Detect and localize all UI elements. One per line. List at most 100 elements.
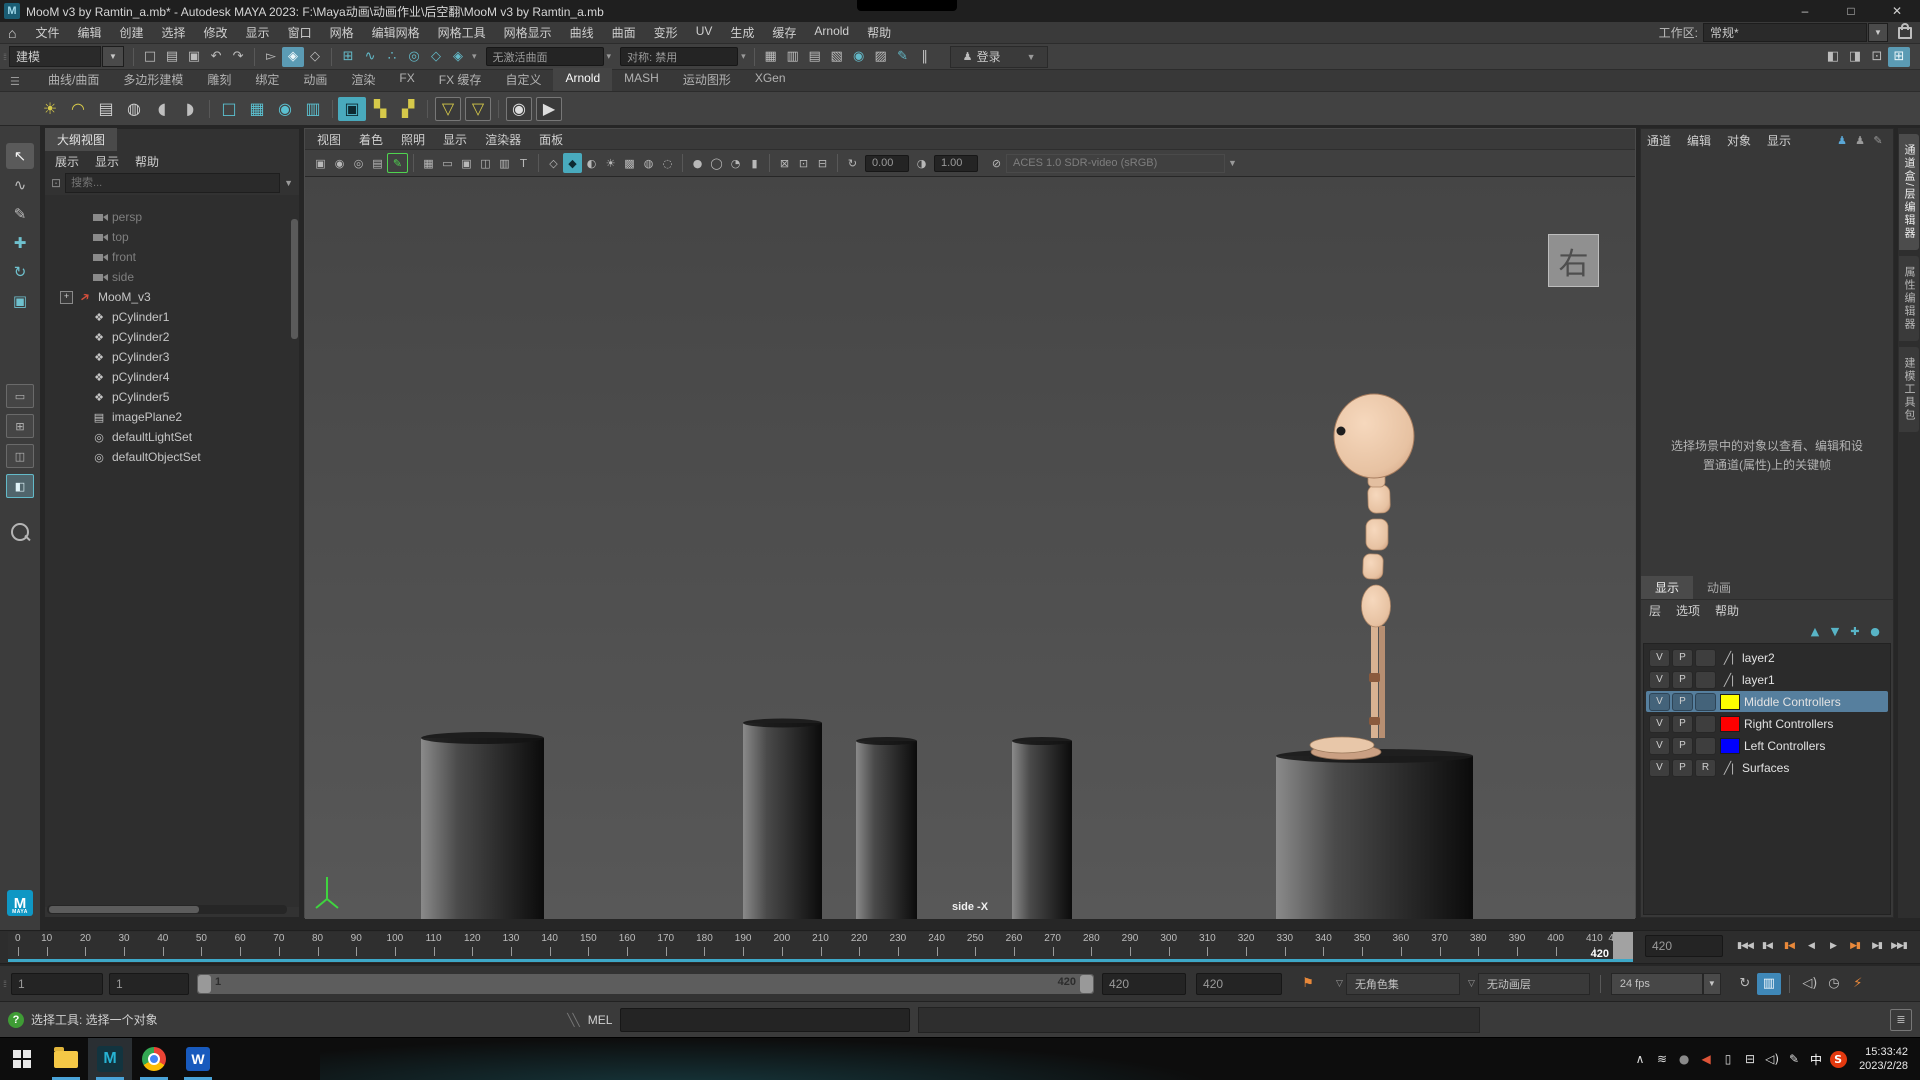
ground-platform[interactable] (1276, 749, 1473, 919)
evaluation-toolkit-ic[interactable]: ⚡ (1846, 973, 1870, 995)
step-back-key-button[interactable]: ▮◀ (1756, 935, 1778, 957)
hotbox-controls-icon[interactable]: ⊡ (1866, 47, 1888, 67)
channelbox-menu-显示[interactable]: 显示 (1767, 132, 1791, 149)
outliner-item-pCylinder3[interactable]: ❖pCylinder3 (45, 347, 299, 367)
layer-menu-帮助[interactable]: 帮助 (1715, 602, 1739, 619)
character-set-person-icon[interactable]: ♟ (1833, 130, 1851, 150)
symmetry-field[interactable]: 对称: 禁用 (620, 47, 738, 66)
menu-选择[interactable]: 选择 (153, 24, 195, 41)
menu-显示[interactable]: 显示 (237, 24, 279, 41)
arnold-physical-sky-icon[interactable]: ◗ (176, 96, 204, 122)
layer-visibility-toggle[interactable]: V (1649, 759, 1670, 777)
menu-生成[interactable]: 生成 (721, 24, 763, 41)
shelf-tab-MASH[interactable]: MASH (612, 68, 671, 91)
audio-icon[interactable]: ◁) (1798, 973, 1822, 995)
render-setup-icon[interactable]: ▨ (870, 47, 892, 67)
bookmark-flag-icon[interactable]: ⚑ (1296, 973, 1320, 995)
command-language-label[interactable]: MEL (588, 1013, 613, 1027)
menu-曲线[interactable]: 曲线 (561, 24, 603, 41)
menu-变形[interactable]: 变形 (645, 24, 687, 41)
shelf-tab-曲线/曲面[interactable]: 曲线/曲面 (36, 68, 111, 91)
gamma-icon[interactable]: ◑ (912, 153, 931, 173)
arnold-render-sequence-icon[interactable]: ▶ (536, 97, 562, 121)
move-layer-down-icon[interactable]: ▼ (1825, 621, 1845, 641)
viewport-menu-视图[interactable]: 视图 (317, 131, 341, 148)
menu-网格显示[interactable]: 网格显示 (495, 24, 561, 41)
create-empty-layer-icon[interactable]: ✚ (1845, 621, 1865, 641)
outliner-item-pCylinder2[interactable]: ❖pCylinder2 (45, 327, 299, 347)
current-time-field[interactable] (1645, 935, 1723, 957)
layer-visibility-toggle[interactable]: V (1649, 693, 1670, 711)
menu-曲面[interactable]: 曲面 (603, 24, 645, 41)
textured-icon[interactable]: ◐ (582, 153, 601, 173)
new-scene-icon[interactable]: □ (139, 47, 161, 67)
layer-display-type-toggle[interactable] (1695, 671, 1716, 689)
animation-start-field[interactable] (11, 973, 103, 995)
raise-application-windows-icon[interactable]: ◨ (1844, 47, 1866, 67)
shelf-tab-XGen[interactable]: XGen (743, 68, 798, 91)
paint-select-tool[interactable]: ✎ (6, 201, 34, 227)
layer-visibility-toggle[interactable]: V (1649, 715, 1670, 733)
shelf-tab-动画[interactable]: 动画 (291, 68, 339, 91)
layer-editor-tab-动画[interactable]: 动画 (1693, 576, 1745, 599)
outliner-item-pCylinder5[interactable]: ❖pCylinder5 (45, 387, 299, 407)
safe-title-icon[interactable]: T (514, 153, 533, 173)
shelf-tab-雕刻[interactable]: 雕刻 (195, 68, 243, 91)
anim-layer-combo[interactable]: 无动画层 (1478, 973, 1590, 995)
play-backwards-button[interactable]: ◀ (1800, 935, 1822, 957)
default-material-icon[interactable]: ● (688, 153, 707, 173)
active-surface-field[interactable]: 无激活曲面 (486, 47, 604, 66)
animation-prefs-clock-icon[interactable]: ◷ (1822, 973, 1846, 995)
script-editor-icon[interactable]: ≣ (1890, 1009, 1912, 1031)
cylinder-4[interactable] (1012, 737, 1072, 919)
workspace-dropdown-arrow[interactable]: ▼ (1868, 23, 1888, 42)
word-app[interactable]: W (176, 1038, 220, 1080)
viewport-menu-渲染器[interactable]: 渲染器 (485, 131, 521, 148)
channelbox-menu-通道[interactable]: 通道 (1647, 132, 1671, 149)
layer-row-Left Controllers[interactable]: VPLeft Controllers (1646, 735, 1888, 756)
arnold-ipr-start-icon[interactable]: ▚ (366, 96, 394, 122)
playback-end-field[interactable] (1102, 973, 1186, 995)
maximize-button[interactable]: □ (1828, 0, 1874, 22)
arnold-layered-shader-icon[interactable]: ▥ (299, 96, 327, 122)
paint-effects-icon[interactable]: ✎ (892, 47, 914, 67)
shelf-tab-自定义[interactable]: 自定义 (493, 68, 553, 91)
step-forward-frame-button[interactable]: ▶▮ (1844, 935, 1866, 957)
hidden-icons-icon[interactable]: ∧ (1629, 1048, 1651, 1070)
layout-two-panes[interactable]: ◫ (6, 444, 34, 468)
home-icon[interactable]: ⌂ (8, 25, 16, 41)
onedrive-icon[interactable]: ● (1673, 1048, 1695, 1070)
layer-display-type-toggle[interactable] (1695, 649, 1716, 667)
shelf-tab-多边形建模[interactable]: 多边形建模 (111, 68, 195, 91)
outliner-title-tab[interactable]: 大纲视图 (45, 128, 117, 151)
symmetry-arrow[interactable]: ▾ (741, 51, 746, 62)
screen-space-ao-icon[interactable]: ◍ (639, 153, 658, 173)
layer-visibility-toggle[interactable]: V (1649, 737, 1670, 755)
phone-link-icon[interactable]: ▯ (1717, 1048, 1739, 1070)
step-back-frame-button[interactable]: ▮◀ (1778, 935, 1800, 957)
cylinder-3[interactable] (856, 737, 917, 919)
shelf-tab-FX 缓存[interactable]: FX 缓存 (427, 68, 494, 91)
shelf-tab-运动图形[interactable]: 运动图形 (671, 68, 743, 91)
outliner-item-MooM_v3[interactable]: +➔MooM_v3 (45, 287, 299, 307)
exposure-icon[interactable]: ↻ (843, 153, 862, 173)
outliner-item-defaultLightSet[interactable]: ◎defaultLightSet (45, 427, 299, 447)
use-all-lights-icon[interactable]: ☀ (601, 153, 620, 173)
hypershade-icon[interactable]: ◉ (848, 47, 870, 67)
minimize-button[interactable]: – (1782, 0, 1828, 22)
right-tab-建模工具包[interactable]: 建模工具包 (1899, 347, 1919, 432)
layer-playback-toggle[interactable]: P (1672, 759, 1693, 777)
lock-workspace-icon[interactable] (1898, 27, 1912, 39)
file-explorer-app[interactable] (44, 1038, 88, 1080)
motion-blur-icon[interactable]: ◌ (658, 153, 677, 173)
scale-tool[interactable]: ▣ (6, 288, 34, 314)
viewport-menu-着色[interactable]: 着色 (359, 131, 383, 148)
range-start-handle[interactable] (198, 975, 211, 993)
zoom-tool-icon[interactable] (11, 523, 29, 541)
layer-color-swatch[interactable] (1720, 694, 1740, 710)
channel-edit-pencil-icon[interactable]: ✎ (1869, 130, 1887, 150)
layout-persp-outliner[interactable]: ◧ (6, 474, 34, 498)
layout-four-panes[interactable]: ⊞ (6, 414, 34, 438)
camera-attributes-icon[interactable]: ◎ (349, 153, 368, 173)
outliner-search-input[interactable] (65, 173, 280, 193)
